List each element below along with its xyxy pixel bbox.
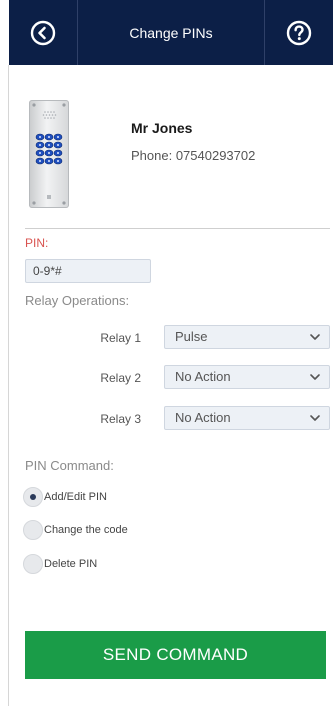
radio-change-code-label: Change the code [44, 524, 128, 536]
keypad-graphic [32, 103, 66, 205]
relay-2-value: No Action [175, 369, 231, 384]
back-button[interactable] [9, 0, 78, 65]
relay-operations-label: Relay Operations: [25, 293, 130, 308]
radio-delete-pin[interactable]: Delete PIN [23, 553, 97, 575]
radio-button[interactable] [23, 520, 43, 540]
relay-1-label: Relay 1 [100, 331, 141, 345]
radio-button-selected[interactable] [23, 487, 43, 507]
pin-input[interactable] [25, 259, 151, 283]
relay-3-select[interactable]: No Action [164, 406, 330, 430]
help-circle-icon [286, 20, 312, 45]
relay-3-label: Relay 3 [100, 412, 141, 426]
relay-3-value: No Action [175, 410, 231, 425]
relay-2-label: Relay 2 [100, 371, 141, 385]
contact-name: Mr Jones [131, 120, 193, 136]
contact-phone: Phone: 07540293702 [131, 148, 256, 163]
relay-2-select[interactable]: No Action [164, 365, 330, 389]
relay-1-select[interactable]: Pulse [164, 325, 330, 349]
section-divider [25, 228, 330, 229]
send-command-button[interactable]: SEND COMMAND [25, 631, 326, 679]
pin-command-label: PIN Command: [25, 458, 114, 473]
radio-change-code[interactable]: Change the code [23, 519, 128, 541]
header-bar: Change PINs [9, 0, 333, 65]
help-button[interactable] [264, 0, 333, 65]
keypad-device-image [29, 100, 69, 208]
radio-button[interactable] [23, 554, 43, 574]
page-title: Change PINs [129, 24, 213, 41]
radio-add-edit-pin[interactable]: Add/Edit PIN [23, 486, 107, 508]
relay-1-value: Pulse [175, 329, 208, 344]
chevron-down-icon [310, 374, 320, 380]
app-screen: Change PINs Mr Jones Phone: 07540293702 … [0, 0, 333, 706]
radio-add-edit-pin-label: Add/Edit PIN [44, 491, 107, 503]
chevron-down-icon [310, 334, 320, 340]
chevron-down-icon [310, 415, 320, 421]
pin-label: PIN: [25, 236, 49, 250]
back-circle-icon [30, 20, 56, 45]
radio-delete-pin-label: Delete PIN [44, 558, 98, 570]
